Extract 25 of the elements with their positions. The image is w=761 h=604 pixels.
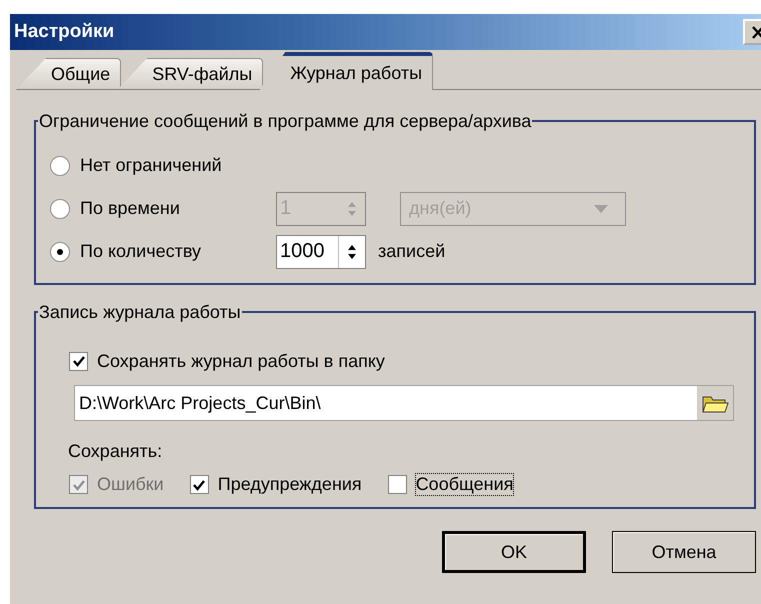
tab[interactable]: Журнал работы	[259, 52, 434, 90]
checkbox-option[interactable]: Сохранять журнал работы в папку	[69, 350, 385, 372]
browse-button[interactable]	[697, 386, 733, 420]
radio-option[interactable]: По времени	[50, 198, 276, 219]
close-icon	[751, 26, 761, 38]
checkbox[interactable]	[190, 475, 209, 494]
checkbox-option[interactable]: Сообщения	[388, 474, 514, 495]
number-spinner[interactable]: 1000	[276, 234, 366, 268]
window-title: Настройки	[14, 21, 114, 43]
down-arrow-icon[interactable]	[345, 252, 359, 262]
radio-button[interactable]	[50, 242, 70, 262]
folder-path-field[interactable]: D:\Work\Arc Projects_Cur\Bin\	[74, 385, 734, 421]
tab[interactable]: SRV-файлы	[117, 58, 264, 90]
checkbox[interactable]	[69, 352, 88, 370]
radio-button[interactable]	[50, 198, 70, 218]
cancel-button[interactable]: Отмена	[612, 531, 756, 573]
radio-option[interactable]: Нет ограничений	[50, 155, 276, 176]
ok-button[interactable]: OK	[442, 531, 586, 573]
save-label: Сохранять:	[68, 441, 164, 462]
tab[interactable]: Общие	[16, 58, 122, 90]
checkbox[interactable]	[388, 475, 407, 494]
checkbox-option[interactable]: Предупреждения	[190, 474, 362, 495]
radio-option[interactable]: По количеству	[50, 241, 276, 262]
radio-button[interactable]	[50, 156, 70, 176]
unit-label: записей	[378, 241, 446, 262]
